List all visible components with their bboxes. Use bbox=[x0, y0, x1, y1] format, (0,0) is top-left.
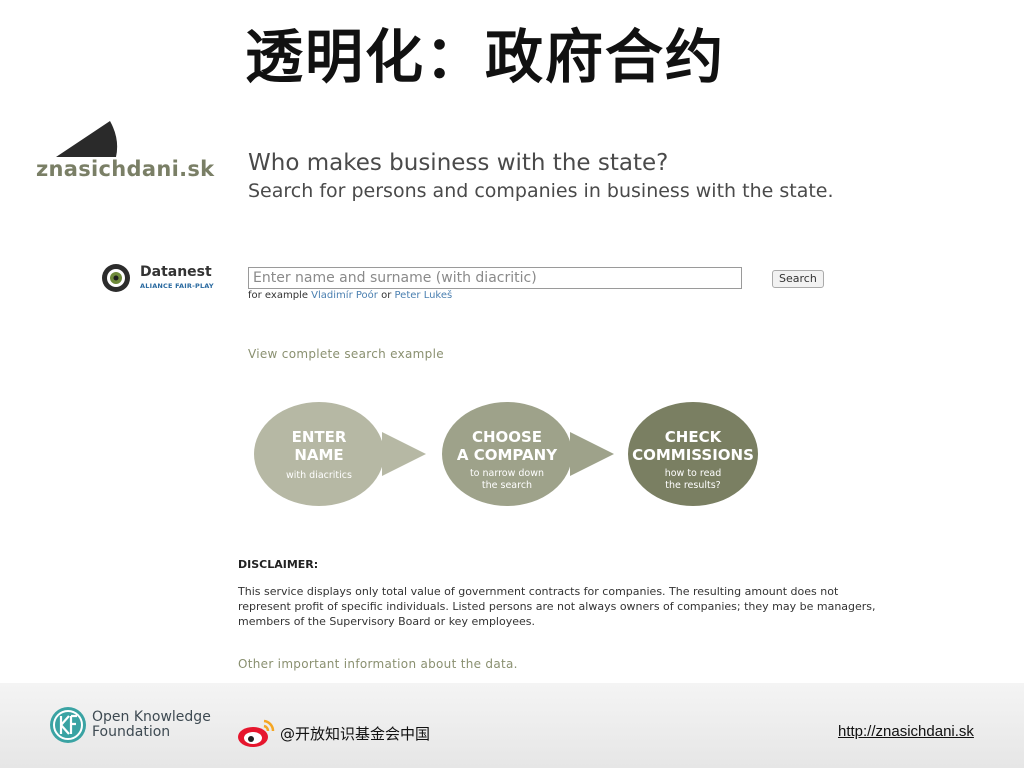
example-link-1[interactable]: Vladimír Poór bbox=[311, 290, 378, 301]
website-screenshot: znasichdani.sk Who makes business with t… bbox=[18, 110, 1006, 685]
step-2-sub2: the search bbox=[481, 480, 533, 491]
site-logo[interactable]: znasichdani.sk bbox=[36, 115, 241, 185]
step-enter-name: ENTER NAME with diacritics bbox=[254, 402, 384, 506]
weibo-icon bbox=[238, 719, 275, 747]
weibo-handle: @开放知识基金会中国 bbox=[280, 725, 431, 743]
okf-logo: Open Knowledge Foundation bbox=[48, 705, 228, 749]
datanest-logo[interactable]: Datanest ALIANCE FAIR-PLAY bbox=[100, 262, 240, 298]
step-check-commissions: CHECK COMMISSIONS how to read the results? bbox=[628, 402, 758, 506]
datanest-tagline: ALIANCE FAIR-PLAY bbox=[140, 282, 214, 290]
step-3-line1: CHECK bbox=[664, 428, 722, 446]
example-or: or bbox=[381, 290, 392, 301]
page-subheadline: Search for persons and companies in busi… bbox=[248, 180, 834, 202]
datanest-name: Datanest bbox=[140, 264, 212, 280]
steps-diagram: ENTER NAME with diacritics CHOOSE A COMPAN… bbox=[254, 402, 774, 512]
example-prefix: for example bbox=[248, 290, 308, 301]
disclaimer-title: DISCLAIMER: bbox=[238, 558, 319, 571]
slide-title: 透明化：政府合约 bbox=[244, 23, 725, 91]
step-arrow-2 bbox=[570, 432, 614, 476]
okf-line2: Foundation bbox=[92, 724, 171, 740]
example-link-2[interactable]: Peter Lukeš bbox=[395, 290, 453, 301]
step-2-sub1: to narrow down bbox=[469, 468, 545, 479]
step-2-line1: CHOOSE bbox=[471, 428, 543, 446]
search-button[interactable]: Search bbox=[772, 270, 824, 288]
step-3-line2: COMMISSIONS bbox=[632, 446, 754, 464]
other-info-link[interactable]: Other important information about the da… bbox=[238, 657, 518, 671]
site-url-link[interactable]: http://znasichdani.sk bbox=[838, 723, 974, 740]
triangle-logo-icon bbox=[56, 121, 118, 157]
search-input[interactable] bbox=[248, 267, 742, 289]
site-logo-text: znasichdani.sk bbox=[36, 157, 215, 181]
step-1-sub1: with diacritics bbox=[286, 470, 352, 481]
step-3-sub1: how to read bbox=[664, 468, 722, 479]
step-2-line2: A COMPANY bbox=[456, 446, 558, 464]
step-choose-company: CHOOSE A COMPANY to narrow down the search bbox=[442, 402, 572, 506]
page-headline: Who makes business with the state? bbox=[248, 150, 669, 176]
search-example: for example Vladimír Poór or Peter Lukeš bbox=[248, 290, 452, 301]
step-1-line1: ENTER bbox=[291, 428, 347, 446]
step-arrow-1 bbox=[382, 432, 426, 476]
okf-line1: Open Knowledge bbox=[92, 709, 211, 725]
disclaimer-text: This service displays only total value o… bbox=[238, 585, 876, 628]
step-3-sub2: the results? bbox=[665, 480, 721, 491]
step-1-line2: NAME bbox=[294, 446, 344, 464]
slide-footer: Open Knowledge Foundation @开放知识基金会中国 htt… bbox=[0, 683, 1024, 768]
okf-logo-icon bbox=[50, 707, 86, 743]
complete-example-link[interactable]: View complete search example bbox=[248, 347, 444, 361]
datanest-eye-icon bbox=[102, 264, 130, 292]
